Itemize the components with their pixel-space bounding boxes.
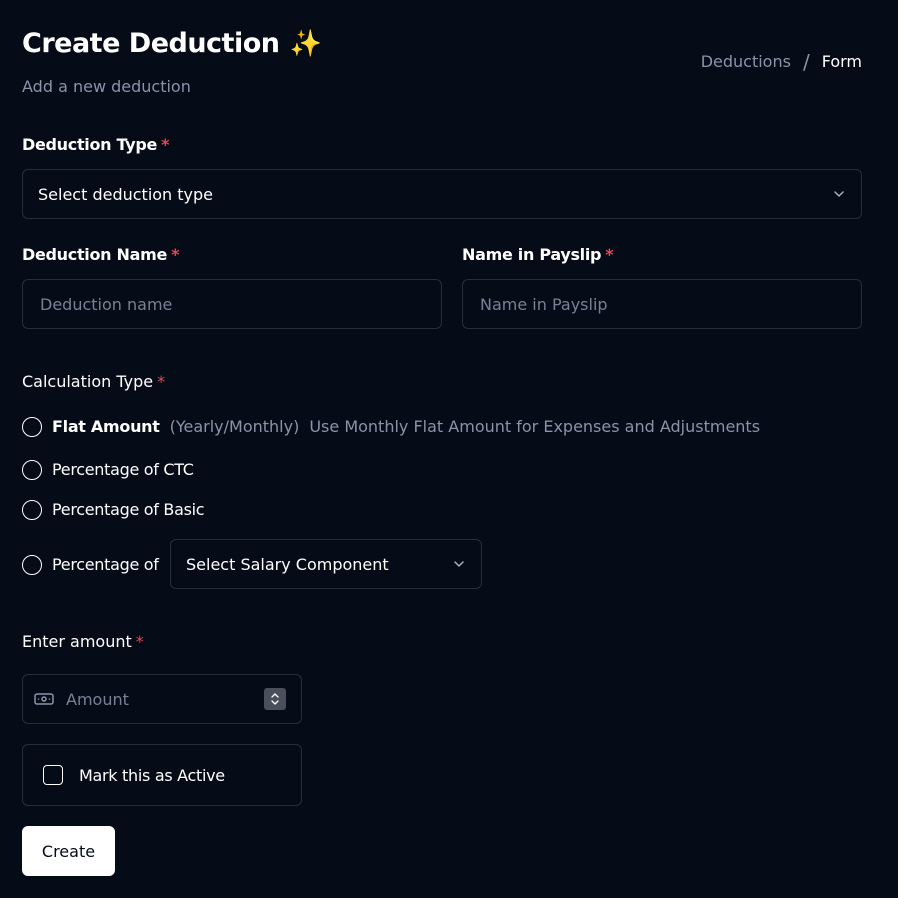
salary-component-select[interactable]: Select Salary Component [170, 539, 482, 589]
flat-amount-label: Flat Amount [52, 417, 160, 436]
amount-label: Enter amount * [22, 631, 144, 653]
calc-option-component[interactable]: Percentage of [22, 554, 159, 576]
payslip-name-label: Name in Payslip * [462, 244, 614, 266]
page-subtitle: Add a new deduction [22, 77, 191, 96]
number-stepper[interactable] [264, 688, 286, 710]
salary-component-select-value: Select Salary Component [186, 554, 389, 574]
required-mark: * [171, 245, 180, 264]
radio-percentage-basic[interactable] [22, 500, 42, 520]
sparkles-icon: ✨ [289, 29, 322, 59]
percentage-ctc-label: Percentage of CTC [52, 460, 194, 479]
percentage-basic-label: Percentage of Basic [52, 500, 205, 519]
breadcrumb-current: Form [821, 52, 862, 71]
page-title: Create Deduction ✨ [22, 26, 322, 62]
breadcrumb: Deductions / Form [701, 51, 862, 73]
create-button[interactable]: Create [22, 826, 115, 876]
chevron-down-icon [832, 187, 846, 201]
active-checkbox-label: Mark this as Active [79, 765, 225, 785]
required-mark: * [605, 245, 614, 264]
payslip-name-label-text: Name in Payslip [462, 245, 602, 264]
calculation-type-label-text: Calculation Type [22, 372, 154, 391]
radio-percentage-component[interactable] [22, 555, 42, 575]
flat-amount-hint: Use Monthly Flat Amount for Expenses and… [309, 417, 761, 436]
calc-option-basic[interactable]: Percentage of Basic [22, 499, 205, 521]
deduction-name-label: Deduction Name * [22, 244, 179, 266]
deduction-name-input[interactable] [38, 293, 426, 315]
required-mark: * [161, 135, 170, 154]
amount-field [22, 674, 302, 724]
deduction-type-label-text: Deduction Type [22, 135, 158, 154]
amount-label-text: Enter amount [22, 632, 132, 651]
required-mark: * [135, 632, 144, 651]
radio-flat-amount[interactable] [22, 417, 42, 437]
breadcrumb-deductions-link[interactable]: Deductions [701, 51, 791, 73]
payslip-name-field [462, 279, 862, 329]
money-icon [34, 692, 54, 706]
active-checkbox[interactable] [43, 765, 63, 785]
flat-amount-qualifier: (Yearly/Monthly) [169, 417, 300, 436]
create-deduction-page: Create Deduction ✨ Add a new deduction D… [0, 0, 898, 898]
calculation-type-label: Calculation Type * [22, 371, 165, 393]
amount-input[interactable] [64, 688, 234, 710]
deduction-type-select-value: Select deduction type [38, 184, 214, 204]
breadcrumb-separator: / [802, 50, 810, 74]
payslip-name-input[interactable] [478, 293, 846, 315]
deduction-type-label: Deduction Type * [22, 134, 169, 156]
radio-percentage-ctc[interactable] [22, 460, 42, 480]
required-mark: * [157, 372, 166, 391]
percentage-of-label: Percentage of [52, 555, 159, 574]
active-toggle-card[interactable]: Mark this as Active [22, 744, 302, 806]
calc-option-ctc[interactable]: Percentage of CTC [22, 459, 194, 481]
page-title-text: Create Deduction [22, 28, 280, 59]
deduction-type-select[interactable]: Select deduction type [22, 169, 862, 219]
deduction-name-field [22, 279, 442, 329]
chevron-down-icon [452, 557, 466, 571]
deduction-name-label-text: Deduction Name [22, 245, 168, 264]
calc-option-flat[interactable]: Flat Amount (Yearly/Monthly) Use Monthly… [22, 416, 760, 438]
